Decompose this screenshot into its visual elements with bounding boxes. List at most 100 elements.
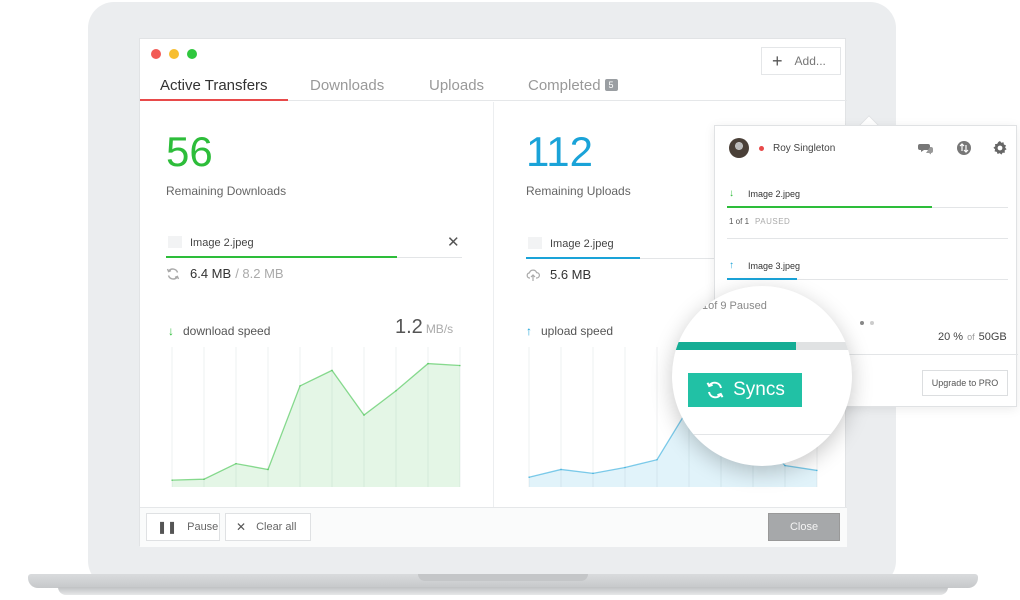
- chart-point: [459, 364, 461, 367]
- laptop-base-bottom: [58, 587, 948, 595]
- clear-all-button-label: Clear all: [256, 521, 297, 533]
- download-speed-value: 1.2 MB/s: [395, 316, 453, 339]
- refresh-icon: [706, 381, 724, 399]
- gear-icon[interactable]: [992, 140, 1008, 156]
- chart-point: [235, 462, 237, 465]
- chart-point: [267, 468, 269, 471]
- chart-point: [395, 389, 397, 392]
- tab-label: Uploads: [429, 77, 485, 94]
- plus-icon: +: [772, 51, 783, 71]
- upload-speed-label-row: ↑ upload speed: [526, 324, 613, 338]
- storage-total: 50GB: [978, 331, 1007, 343]
- cloud-upload-icon: [526, 269, 540, 281]
- upload-progress-fill: [526, 257, 640, 259]
- arrow-down-icon: ↓: [168, 324, 174, 338]
- download-speed-label-row: ↓ download speed: [168, 324, 270, 338]
- popup-item-1-count: 1 of 1: [729, 217, 750, 226]
- popup-item-2-progress: [727, 278, 798, 280]
- chart-point: [171, 479, 173, 481]
- chart-point: [784, 464, 786, 467]
- popup-separator: [727, 238, 1008, 239]
- pause-icon: ❚❚: [157, 520, 178, 534]
- sync-button[interactable]: Syncs: [688, 373, 802, 407]
- window-maximize-dot[interactable]: [187, 49, 197, 59]
- upload-speed-label: upload speed: [541, 324, 614, 338]
- tab-label: Completed: [528, 77, 601, 94]
- column-divider: [493, 102, 494, 507]
- add-button[interactable]: + Add...: [761, 47, 841, 75]
- close-icon: ✕: [236, 520, 247, 534]
- tab-bar: Active Transfers Downloads Uploads Compl…: [140, 73, 847, 101]
- page-dot-active[interactable]: [860, 321, 864, 325]
- download-size-row: 6.4 MB / 8.2 MB: [166, 266, 284, 281]
- popup-item-2[interactable]: ↑ Image 3.jpeg: [729, 260, 800, 271]
- download-speed-label: download speed: [183, 324, 271, 338]
- sync-icon[interactable]: [956, 140, 972, 156]
- popup-item-1-paused: PAUSED: [755, 217, 791, 226]
- file-thumbnail-icon: [528, 237, 542, 249]
- window-footer: ❚❚ Pause ✕ Clear all Close: [140, 507, 847, 547]
- popup-item-1-progress: [727, 206, 933, 208]
- chart-point: [656, 458, 658, 461]
- upload-done-size: 5.6 MB: [550, 267, 592, 282]
- remaining-downloads-count: 56: [166, 128, 213, 175]
- add-button-label: Add...: [794, 54, 826, 68]
- download-done-size: 6.4 MB: [190, 266, 232, 281]
- chart-point: [592, 472, 594, 475]
- remaining-uploads-count: 112: [526, 128, 593, 175]
- upgrade-button[interactable]: Upgrade to PRO: [922, 370, 1008, 396]
- arrow-down-icon: ↓: [729, 188, 734, 199]
- clear-all-button[interactable]: ✕ Clear all: [225, 513, 311, 541]
- remaining-uploads-label: Remaining Uploads: [526, 184, 631, 198]
- chat-icon[interactable]: [918, 140, 934, 156]
- close-icon[interactable]: ✕: [447, 233, 460, 251]
- laptop-notch: [418, 574, 588, 581]
- file-thumbnail-icon: [168, 236, 182, 248]
- popup-item-2-name: Image 3.jpeg: [748, 260, 801, 271]
- storage-percent: 20 %: [938, 331, 964, 343]
- pause-button-label: Pause: [187, 521, 219, 533]
- window-minimize-dot[interactable]: [169, 49, 179, 59]
- chart-point: [331, 369, 333, 372]
- tab-completed[interactable]: Completed 5: [528, 77, 618, 101]
- upload-file-name: Image 2.jpeg: [550, 238, 614, 250]
- magnified-progress-fill: [672, 342, 797, 350]
- tab-downloads[interactable]: Downloads: [310, 77, 384, 101]
- user-name: Roy Singleton: [773, 143, 836, 154]
- chart-point: [203, 478, 205, 480]
- tab-uploads[interactable]: Uploads: [429, 77, 484, 101]
- tab-label: Downloads: [310, 77, 385, 94]
- chart-point: [816, 469, 818, 472]
- download-total-size: / 8.2 MB: [235, 266, 284, 281]
- arrow-up-icon: ↑: [729, 260, 734, 271]
- chart-area-fill: [172, 363, 460, 487]
- sync-button-label: Syncs: [733, 379, 785, 400]
- download-file-row: Image 2.jpeg: [168, 236, 254, 249]
- storage-of: of: [967, 332, 975, 342]
- chart-point: [560, 468, 562, 471]
- page-dot[interactable]: [870, 321, 874, 325]
- popup-item-1[interactable]: ↓ Image 2.jpeg: [729, 188, 800, 199]
- tab-active-transfers[interactable]: Active Transfers: [140, 77, 288, 101]
- close-button[interactable]: Close: [768, 513, 840, 541]
- chart-point: [528, 476, 530, 479]
- pause-button[interactable]: ❚❚ Pause: [146, 513, 220, 541]
- chart-point: [624, 466, 626, 469]
- chart-point: [299, 385, 301, 387]
- avatar[interactable]: [729, 138, 749, 158]
- completed-count-badge: 5: [604, 79, 618, 91]
- magnifier-lens: 1of 9 Paused Syncs: [672, 286, 852, 466]
- upload-file-row: Image 2.jpeg: [528, 237, 614, 250]
- popup-item-1-name: Image 2.jpeg: [748, 188, 801, 199]
- download-speed-number: 1.2: [395, 316, 423, 338]
- refresh-icon: [166, 267, 180, 280]
- download-speed-unit: MB/s: [425, 322, 454, 336]
- download-speed-chart: [171, 347, 461, 487]
- window-close-dot[interactable]: [151, 49, 161, 59]
- magnified-divider: [672, 434, 852, 435]
- tab-label: Active Transfers: [160, 77, 268, 94]
- arrow-up-icon: ↑: [526, 324, 532, 338]
- download-progress-fill: [166, 256, 397, 258]
- storage-usage: 20 % of 50GB: [938, 331, 1007, 343]
- download-file-name: Image 2.jpeg: [190, 237, 254, 249]
